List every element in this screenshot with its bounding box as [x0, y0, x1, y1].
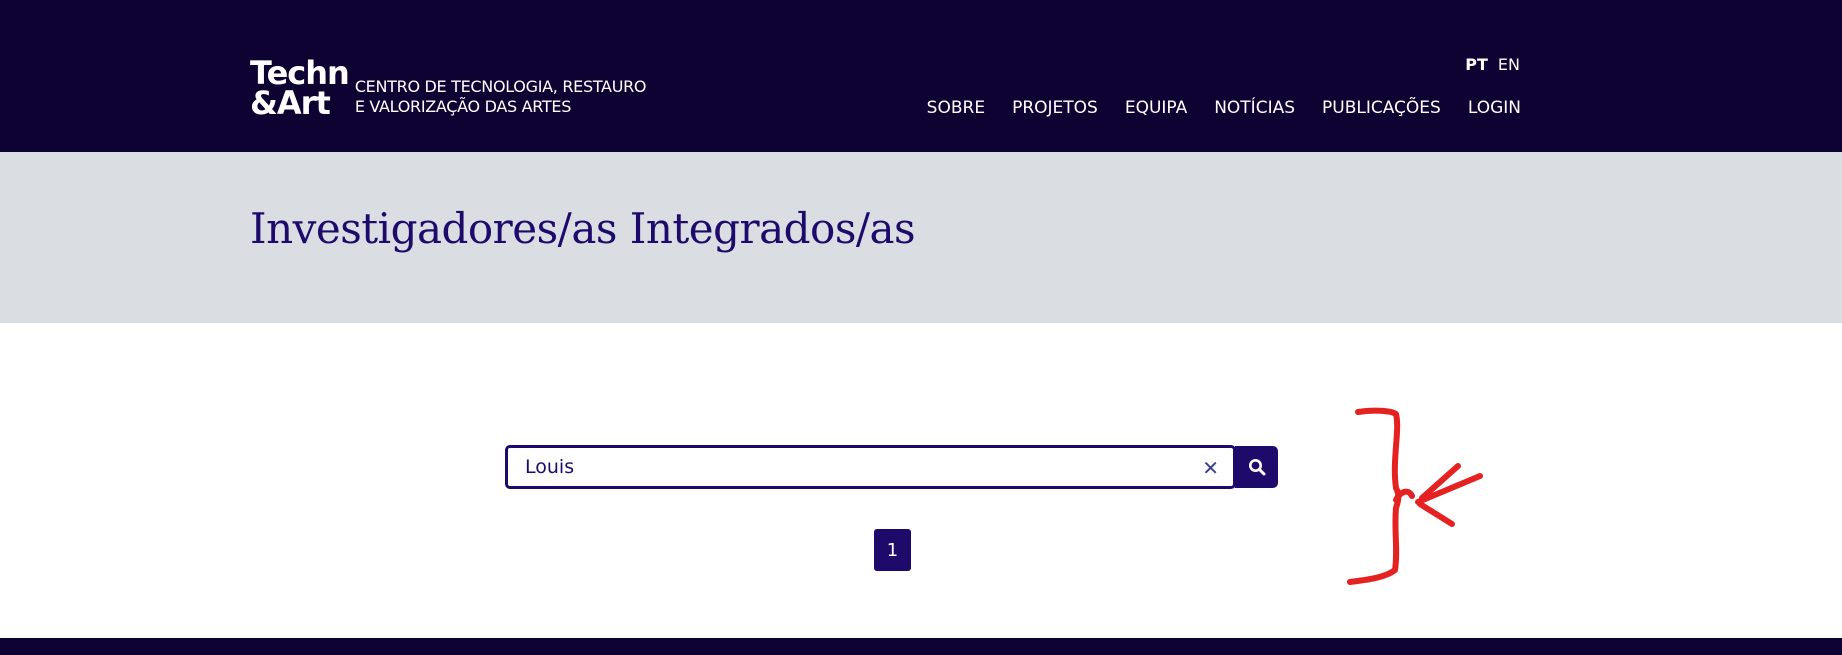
language-switcher: PT EN [1465, 55, 1520, 74]
search-input[interactable] [508, 448, 1233, 486]
nav-equipa[interactable]: EQUIPA [1125, 98, 1187, 118]
red-bracket-arrow-annotation [1347, 407, 1483, 585]
lang-pt[interactable]: PT [1465, 55, 1488, 74]
logo-tagline: CENTRO DE TECNOLOGIA, RESTAURO E VALORIZ… [354, 77, 647, 117]
logo-tagline-line1: CENTRO DE TECNOLOGIA, RESTAURO [354, 77, 647, 96]
site-logo[interactable]: Techn &Art CENTRO DE TECNOLOGIA, RESTAUR… [250, 57, 647, 122]
site-header: Techn &Art CENTRO DE TECNOLOGIA, RESTAUR… [0, 0, 1842, 152]
site-footer [0, 638, 1842, 655]
logo-tagline-line2: E VALORIZAÇÃO DAS ARTES [354, 97, 572, 116]
nav-projetos[interactable]: PROJETOS [1012, 98, 1098, 118]
nav-login[interactable]: LOGIN [1468, 98, 1521, 118]
page-title: Investigadores/as Integrados/as [250, 204, 916, 253]
nav-publicacoes[interactable]: PUBLICAÇÕES [1322, 98, 1441, 118]
page-banner: Investigadores/as Integrados/as [0, 152, 1842, 323]
search-box: ✕ [505, 445, 1236, 489]
search-icon [1248, 459, 1265, 476]
nav-sobre[interactable]: SOBRE [927, 98, 985, 118]
main-nav: SOBRE PROJETOS EQUIPA NOTÍCIAS PUBLICAÇÕ… [927, 98, 1521, 118]
close-icon[interactable]: ✕ [1202, 456, 1219, 481]
logo-mark-line2: &Art [250, 84, 331, 122]
search-button[interactable] [1235, 446, 1278, 488]
nav-noticias[interactable]: NOTÍCIAS [1214, 98, 1295, 118]
logo-mark: Techn &Art [250, 57, 350, 122]
pagination-page-1[interactable]: 1 [874, 529, 911, 571]
lang-en[interactable]: EN [1498, 55, 1520, 74]
